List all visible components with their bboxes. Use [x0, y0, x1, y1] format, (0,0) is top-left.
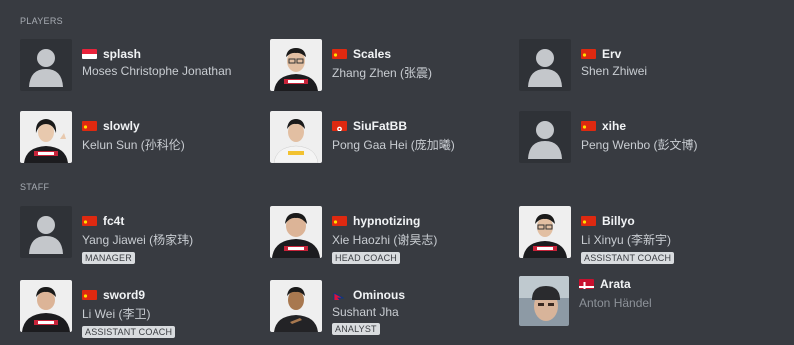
player-nickname[interactable]: slowly	[103, 119, 140, 133]
china-flag-icon	[332, 216, 347, 226]
staff-real-name: Li Wei (李卫)	[82, 307, 151, 321]
china-flag-icon	[82, 121, 97, 131]
players-section-label: PLAYERS	[20, 16, 63, 26]
role-badge: ANALYST	[332, 323, 380, 335]
player-card-erv[interactable]: Erv Shen Zhiwei	[519, 39, 764, 95]
player-real-name: Peng Wenbo (彭文博)	[581, 138, 698, 152]
player-nickname[interactable]: Scales	[353, 47, 391, 61]
player-photo-icon	[20, 111, 72, 163]
staff-nickname[interactable]: Ominous	[353, 288, 405, 302]
china-flag-icon	[581, 49, 596, 59]
player-card-xihe[interactable]: xihe Peng Wenbo (彭文博)	[519, 111, 764, 167]
player-real-name: Moses Christophe Jonathan	[82, 64, 232, 78]
staff-section-label: STAFF	[20, 182, 50, 192]
player-card-scales[interactable]: Scales Zhang Zhen (张震)	[270, 39, 515, 95]
player-nickname[interactable]: splash	[103, 47, 141, 61]
china-flag-icon	[332, 49, 347, 59]
roster-page: PLAYERS splash Moses Christophe Jonathan	[0, 0, 794, 345]
staff-real-name: Anton Händel	[579, 296, 652, 310]
player-photo-icon	[270, 111, 322, 163]
player-photo-icon	[270, 39, 322, 91]
placeholder-avatar-icon	[20, 39, 72, 91]
player-photo-icon	[270, 206, 322, 258]
player-real-name: Zhang Zhen (张震)	[332, 66, 433, 80]
indonesia-flag-icon	[82, 49, 97, 59]
staff-card-billyo[interactable]: Billyo Li Xinyu (李新宇) ASSISTANT COACH	[519, 206, 764, 264]
player-real-name: Kelun Sun (孙科伦)	[82, 138, 185, 152]
hong-kong-flag-icon	[332, 121, 347, 131]
staff-nickname[interactable]: Billyo	[602, 214, 635, 228]
role-badge: MANAGER	[82, 252, 135, 264]
player-nickname[interactable]: xihe	[602, 119, 626, 133]
player-real-name: Shen Zhiwei	[581, 64, 648, 78]
player-real-name: Pong Gaa Hei (庞加曦)	[332, 138, 455, 152]
staff-card-ominous[interactable]: Ominous Sushant Jha ANALYST	[270, 280, 515, 336]
staff-card-hypnotizing[interactable]: hypnotizing Xie Haozhi (谢昊志) HEAD COACH	[270, 206, 515, 264]
player-photo-icon	[519, 206, 571, 258]
staff-real-name: Sushant Jha	[332, 305, 399, 319]
role-badge: ASSISTANT COACH	[82, 326, 176, 338]
role-badge: ASSISTANT COACH	[581, 252, 675, 264]
player-photo-icon	[20, 280, 72, 332]
denmark-flag-icon	[579, 279, 594, 289]
placeholder-avatar-icon	[519, 39, 571, 91]
staff-real-name: Li Xinyu (李新宇)	[581, 233, 672, 247]
player-photo-icon	[270, 280, 322, 332]
player-nickname[interactable]: Erv	[602, 47, 621, 61]
player-nickname[interactable]: SiuFatBB	[353, 119, 407, 133]
staff-real-name: Xie Haozhi (谢昊志)	[332, 233, 438, 247]
china-flag-icon	[581, 121, 596, 131]
staff-nickname[interactable]: sword9	[103, 288, 145, 302]
nepal-flag-icon	[332, 290, 347, 300]
casual-photo-icon	[519, 276, 569, 326]
staff-card-arata[interactable]: Arata Anton Händel	[519, 276, 764, 332]
staff-card-fc4t[interactable]: fc4t Yang Jiawei (杨家玮) MANAGER	[20, 206, 265, 264]
player-card-siufatbb[interactable]: SiuFatBB Pong Gaa Hei (庞加曦)	[270, 111, 515, 167]
staff-nickname[interactable]: Arata	[600, 277, 631, 291]
china-flag-icon	[82, 216, 97, 226]
player-card-slowly[interactable]: slowly Kelun Sun (孙科伦)	[20, 111, 265, 167]
staff-nickname[interactable]: fc4t	[103, 214, 124, 228]
staff-card-sword9[interactable]: sword9 Li Wei (李卫) ASSISTANT COACH	[20, 280, 265, 338]
player-card-splash[interactable]: splash Moses Christophe Jonathan	[20, 39, 265, 95]
staff-nickname[interactable]: hypnotizing	[353, 214, 420, 228]
china-flag-icon	[82, 290, 97, 300]
placeholder-avatar-icon	[519, 111, 571, 163]
role-badge: HEAD COACH	[332, 252, 401, 264]
staff-real-name: Yang Jiawei (杨家玮)	[82, 233, 194, 247]
placeholder-avatar-icon	[20, 206, 72, 258]
china-flag-icon	[581, 216, 596, 226]
